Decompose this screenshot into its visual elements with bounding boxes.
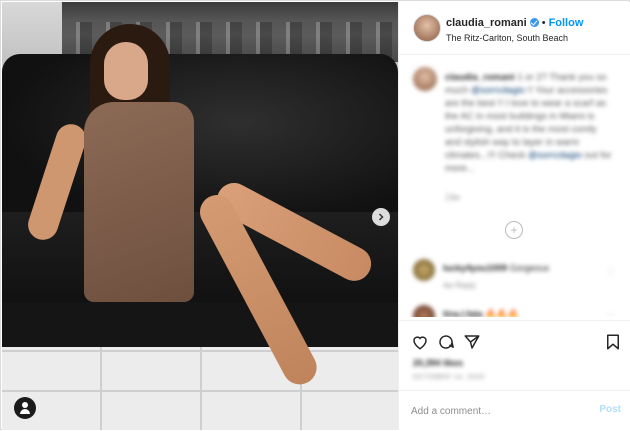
comment-body: Gorgeous [509, 263, 550, 273]
avatar[interactable] [413, 67, 437, 91]
caption-text: claudia_romani 1 or 2? Thank you so much… [445, 71, 613, 175]
avatar[interactable] [413, 14, 441, 42]
avatar[interactable] [413, 305, 435, 317]
comment-username[interactable]: lucky4you1009 [443, 263, 507, 273]
comment-meta: 4w Reply [443, 281, 476, 290]
post-sidebar: claudia_romani • Follow The Ritz-Carlton, … [398, 2, 630, 430]
location-link[interactable]: The Ritz-Carlton, South Beach [446, 33, 568, 43]
verified-badge-icon [529, 17, 539, 27]
comment-text: tina.l.fata 🔥🔥🔥 [443, 309, 519, 317]
paper-plane-icon[interactable] [463, 333, 481, 351]
mention-link[interactable]: @sorrcdagio [471, 85, 525, 96]
comment-input[interactable] [409, 401, 583, 421]
post-window: claudia_romani • Follow The Ritz-Carlton, … [0, 0, 630, 430]
avatar[interactable] [413, 259, 435, 281]
heart-icon[interactable] [411, 333, 429, 351]
caption-timestamp: 13w [445, 193, 460, 202]
comment-body: 🔥🔥🔥 [485, 309, 519, 317]
post-date: OCTOBER 14, 2020 [413, 374, 485, 381]
plus-circle-icon[interactable]: + [505, 221, 523, 239]
comment-text: lucky4you1009 Gorgeous [443, 263, 593, 273]
user-tag-icon[interactable] [14, 397, 36, 419]
chevron-right-icon[interactable] [372, 208, 390, 226]
separator-dot: • [541, 17, 546, 29]
heart-icon[interactable]: ♡ [607, 267, 615, 277]
comments-section: claudia_romani 1 or 2? Thank you so much… [399, 55, 630, 317]
person-face [104, 42, 148, 100]
post-photo[interactable] [2, 2, 398, 430]
comment-username[interactable]: tina.l.fata [443, 309, 483, 317]
post-button[interactable]: Post [599, 404, 621, 415]
post-header: claudia_romani • Follow The Ritz-Carlton, … [399, 2, 630, 55]
header-line: claudia_romani • Follow [446, 17, 583, 29]
heart-icon[interactable]: ♡ [607, 311, 615, 317]
like-count[interactable]: 20,394 likes [413, 358, 463, 368]
bookmark-icon[interactable] [604, 333, 622, 351]
tiled-floor [2, 347, 398, 430]
follow-button[interactable]: Follow [549, 17, 584, 29]
comment-bar: Post [399, 390, 630, 431]
username-link[interactable]: claudia_romani [446, 17, 527, 29]
action-bar [399, 320, 630, 361]
caption-username[interactable]: claudia_romani [445, 72, 515, 83]
mention-link[interactable]: @sorrcdagio [528, 150, 582, 161]
comment-icon[interactable] [437, 333, 455, 351]
person-scarf-dress [84, 102, 194, 302]
